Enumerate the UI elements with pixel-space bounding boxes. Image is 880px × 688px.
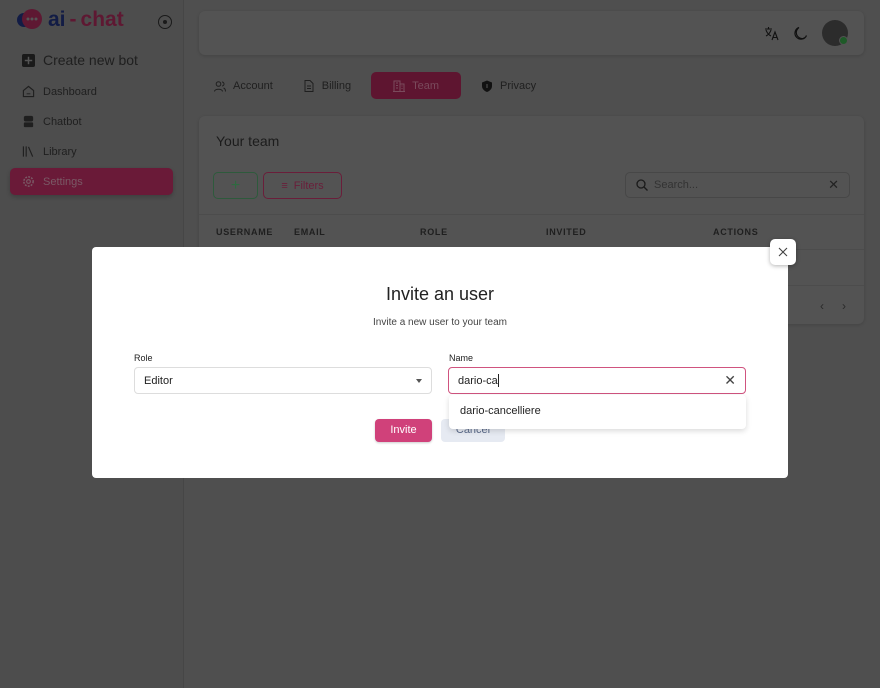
- name-suggestions-dropdown: dario-cancelliere: [449, 395, 746, 429]
- tab-label: Account: [233, 79, 273, 92]
- tab-label: Privacy: [500, 79, 537, 92]
- shield-icon: [482, 80, 493, 92]
- sidebar-item-chatbot[interactable]: Chatbot: [10, 108, 173, 135]
- sidebar-item-label: Dashboard: [43, 85, 97, 98]
- dark-mode-moon-icon[interactable]: [793, 26, 808, 41]
- table-header: USERNAME EMAIL ROLE INVITED ACTIONS: [199, 214, 864, 250]
- sidebar-item-label: Chatbot: [43, 115, 82, 128]
- name-value: dario-ca: [458, 374, 498, 387]
- gear-icon: [23, 176, 34, 187]
- sidebar-item-settings[interactable]: Settings: [10, 168, 173, 195]
- user-avatar[interactable]: [822, 20, 848, 46]
- sidebar-item-dashboard[interactable]: Dashboard: [10, 78, 173, 105]
- dialog-title: Invite an user: [385, 284, 495, 304]
- plus-square-icon: [22, 53, 35, 67]
- sidebar-nav: Create new bot Dashboard Chatbot Library…: [10, 46, 173, 198]
- document-icon: [304, 79, 314, 92]
- column-header[interactable]: ACTIONS: [713, 227, 758, 237]
- clear-search-icon[interactable]: ✕: [828, 177, 839, 193]
- logo-dash: -: [69, 8, 77, 31]
- library-icon: [22, 146, 34, 157]
- suggestion-item[interactable]: dario-cancelliere: [460, 405, 735, 417]
- column-header[interactable]: EMAIL: [294, 227, 326, 237]
- close-icon: [778, 247, 788, 257]
- building-icon: [393, 80, 406, 92]
- pin-sidebar-icon[interactable]: [158, 15, 172, 29]
- users-icon: [214, 80, 226, 92]
- tab-team[interactable]: Team: [371, 72, 462, 99]
- search-icon: [636, 179, 648, 191]
- filters-label: Filters: [293, 179, 324, 192]
- robot-icon: [23, 115, 34, 128]
- translate-icon[interactable]: [764, 26, 779, 41]
- tab-label: Billing: [321, 79, 352, 92]
- clear-name-icon[interactable]: ✕: [724, 372, 736, 389]
- settings-tabs: Account Billing Team Privacy: [204, 72, 556, 99]
- tab-billing[interactable]: Billing: [293, 72, 361, 99]
- column-header[interactable]: ROLE: [420, 227, 448, 237]
- add-user-button[interactable]: +: [213, 172, 258, 199]
- search-placeholder: Search...: [654, 179, 699, 191]
- sidebar-item-label: Create new bot: [43, 52, 138, 68]
- caret-down-icon: [416, 378, 422, 383]
- next-page-icon[interactable]: ›: [842, 299, 846, 313]
- close-dialog-button[interactable]: [770, 239, 796, 265]
- home-icon: [22, 85, 35, 98]
- role-select[interactable]: Editor: [134, 367, 432, 394]
- column-header[interactable]: USERNAME: [216, 227, 273, 237]
- text-cursor: [497, 374, 499, 387]
- logo-chat: chat: [80, 8, 124, 31]
- logo[interactable]: ai - chat: [16, 8, 124, 32]
- role-value: Editor: [144, 374, 173, 387]
- sidebar-item-library[interactable]: Library: [10, 138, 173, 165]
- team-title: Your team: [216, 133, 280, 149]
- sidebar-item-label: Library: [43, 145, 77, 158]
- pagination: ‹ ›: [820, 299, 846, 313]
- filter-icon: ≡: [281, 179, 288, 192]
- chat-bubble-icon: [17, 9, 42, 29]
- search-input[interactable]: Search... ✕: [625, 172, 850, 198]
- invite-button[interactable]: Invite: [375, 419, 432, 442]
- name-label: Name: [449, 353, 474, 363]
- logo-ai: ai: [48, 8, 66, 31]
- sidebar-item-create-new-bot[interactable]: Create new bot: [10, 46, 173, 74]
- dialog-subtitle: Invite a new user to your team: [373, 317, 507, 328]
- role-label: Role: [134, 353, 153, 363]
- sidebar-item-label: Settings: [43, 175, 83, 188]
- column-header[interactable]: INVITED: [546, 227, 586, 237]
- name-input[interactable]: dario-ca ✕: [448, 367, 746, 394]
- tab-privacy[interactable]: Privacy: [471, 72, 546, 99]
- filters-button[interactable]: ≡ Filters: [263, 172, 342, 199]
- top-bar: [199, 11, 864, 55]
- invite-user-dialog: Invite an user Invite a new user to your…: [92, 247, 788, 478]
- prev-page-icon[interactable]: ‹: [820, 299, 824, 313]
- tab-label: Team: [412, 79, 440, 92]
- tab-account[interactable]: Account: [204, 72, 283, 99]
